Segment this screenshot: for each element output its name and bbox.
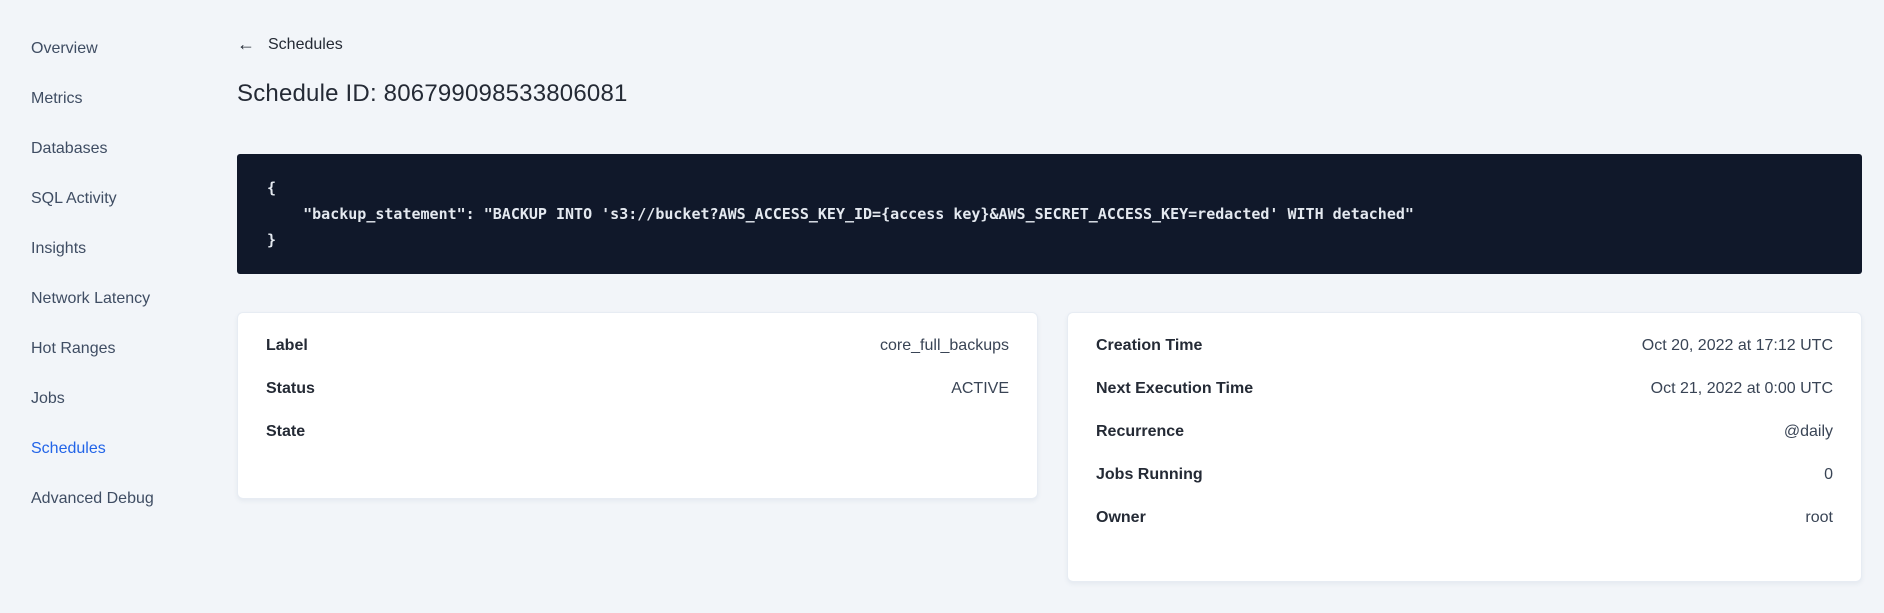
schedule-details-card: Label core_full_backups Status ACTIVE St… [237,312,1038,499]
row-label: Recurrence [1096,423,1185,440]
main-content: ← Schedules Schedule ID: 806799098533806… [237,0,1862,582]
detail-row-jobs-running: Jobs Running 0 [1096,466,1833,509]
detail-row-state: State [266,423,1009,466]
detail-row-creation-time: Creation Time Oct 20, 2022 at 17:12 UTC [1096,337,1833,380]
row-label: Owner [1096,509,1146,526]
row-value: Oct 21, 2022 at 0:00 UTC [1650,380,1833,397]
code-line: "backup_statement": "BACKUP INTO 's3://b… [267,205,1414,223]
row-label: Creation Time [1096,337,1203,354]
row-value: core_full_backups [880,337,1009,354]
page-title: Schedule ID: 806799098533806081 [237,80,628,107]
row-label: Jobs Running [1096,466,1203,483]
sidebar-item-hot-ranges[interactable]: Hot Ranges [31,324,225,374]
sidebar-item-advanced-debug[interactable]: Advanced Debug [31,474,225,524]
row-value: @daily [1783,423,1833,440]
backup-statement-code-block: { "backup_statement": "BACKUP INTO 's3:/… [237,154,1862,274]
row-label: Status [266,380,315,397]
detail-cards: Label core_full_backups Status ACTIVE St… [237,312,1862,582]
row-value: 0 [1824,466,1833,483]
row-value: Oct 20, 2022 at 17:12 UTC [1641,337,1833,354]
row-value: ACTIVE [951,380,1009,397]
sidebar-item-schedules[interactable]: Schedules [31,424,225,474]
back-arrow-icon: ← [237,34,255,54]
sidebar-item-jobs[interactable]: Jobs [31,374,225,424]
sidebar-item-databases[interactable]: Databases [31,124,225,174]
row-label: Label [266,337,308,354]
sidebar-item-sql-activity[interactable]: SQL Activity [31,174,225,224]
sidebar-item-metrics[interactable]: Metrics [31,74,225,124]
row-label: Next Execution Time [1096,380,1254,397]
detail-row-recurrence: Recurrence @daily [1096,423,1833,466]
row-label: State [266,423,306,440]
row-value: root [1805,509,1833,526]
schedule-timing-card: Creation Time Oct 20, 2022 at 17:12 UTC … [1067,312,1862,582]
sidebar-item-network-latency[interactable]: Network Latency [31,274,225,324]
back-link[interactable]: ← Schedules [237,34,343,54]
back-link-label: Schedules [268,36,343,53]
sidebar: Overview Metrics Databases SQL Activity … [0,0,225,613]
detail-row-status: Status ACTIVE [266,380,1009,423]
code-line: { [267,179,277,197]
sidebar-item-insights[interactable]: Insights [31,224,225,274]
sidebar-item-overview[interactable]: Overview [31,24,225,74]
code-line: } [267,231,277,249]
detail-row-label: Label core_full_backups [266,337,1009,380]
detail-row-next-execution-time: Next Execution Time Oct 21, 2022 at 0:00… [1096,380,1833,423]
detail-row-owner: Owner root [1096,509,1833,552]
